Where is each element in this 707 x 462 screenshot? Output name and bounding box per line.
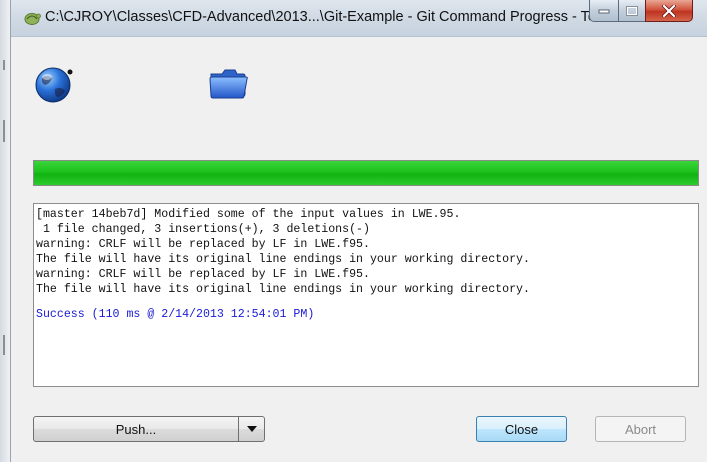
- log-line: warning: CRLF will be replaced by LF in …: [36, 268, 370, 281]
- folder-icon: [209, 69, 248, 99]
- git-progress-dialog: C:\CJROY\Classes\CFD-Advanced\2013...\Gi…: [10, 0, 707, 462]
- background-window-edge: [0, 0, 10, 462]
- progress-bar-fill: [34, 161, 698, 185]
- globe-icon: [35, 67, 73, 103]
- log-line: 1 file changed, 3 insertions(+), 3 delet…: [36, 223, 370, 236]
- title-bar[interactable]: C:\CJROY\Classes\CFD-Advanced\2013...\Gi…: [11, 0, 707, 37]
- close-window-button[interactable]: [645, 0, 693, 22]
- log-line: [master 14beb7d] Modified some of the in…: [36, 208, 461, 221]
- success-message: Success (110 ms @ 2/14/2013 12:54:01 PM): [36, 308, 315, 321]
- tortoisegit-icon: [24, 13, 41, 25]
- minimize-button[interactable]: [589, 0, 619, 22]
- log-line: warning: CRLF will be replaced by LF in …: [36, 238, 370, 251]
- log-line: The file will have its original line end…: [36, 253, 530, 266]
- minimize-icon: [598, 9, 610, 13]
- progress-bar: [33, 160, 699, 186]
- output-log[interactable]: [master 14beb7d] Modified some of the in…: [33, 203, 699, 387]
- push-split-button: Push...: [33, 416, 265, 442]
- maximize-button[interactable]: [618, 0, 646, 22]
- push-button[interactable]: Push...: [33, 416, 239, 442]
- push-dropdown-button[interactable]: [238, 416, 265, 442]
- maximize-icon: [626, 5, 638, 16]
- log-line: The file will have its original line end…: [36, 283, 530, 296]
- chevron-down-icon: [246, 426, 257, 432]
- abort-button[interactable]: Abort: [595, 416, 686, 442]
- close-icon: [662, 4, 676, 17]
- window-title: C:\CJROY\Classes\CFD-Advanced\2013...\Gi…: [45, 9, 590, 25]
- close-button[interactable]: Close: [476, 416, 567, 442]
